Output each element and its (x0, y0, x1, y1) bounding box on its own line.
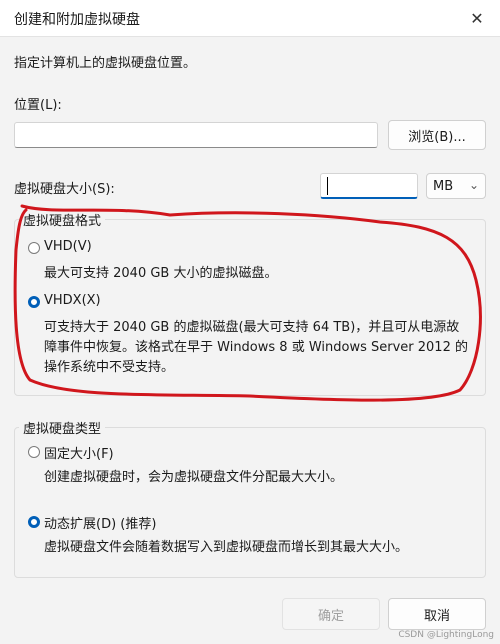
annotation-stroke (13, 204, 482, 402)
red-annotation-loop (13, 204, 482, 402)
watermark: CSDN @LightingLong (398, 630, 494, 640)
